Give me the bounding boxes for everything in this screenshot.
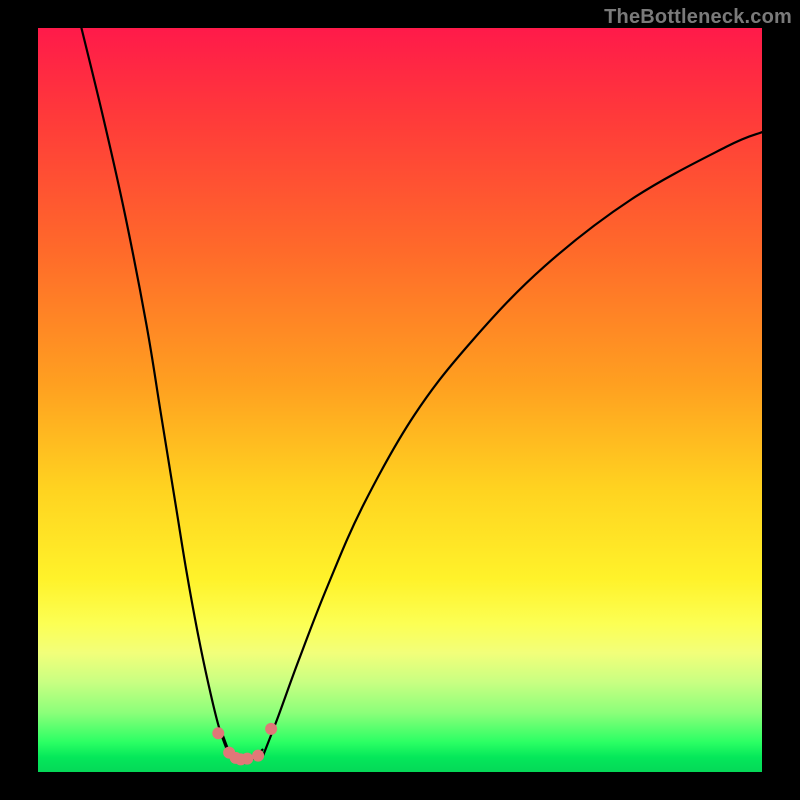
curve-left	[81, 28, 229, 757]
chart-svg	[38, 28, 762, 772]
trough-dot	[252, 750, 264, 762]
trough-dot	[241, 753, 253, 765]
attribution-text: TheBottleneck.com	[604, 6, 792, 29]
curve-right	[262, 132, 762, 757]
trough-dot	[212, 727, 224, 739]
trough-dot	[265, 723, 277, 735]
chart-plot-area	[38, 28, 762, 772]
